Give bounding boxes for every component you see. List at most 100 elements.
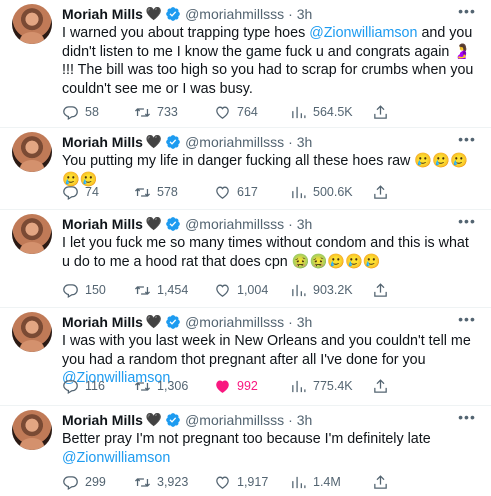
tweet[interactable]: Moriah Mills 🖤 @moriahmillsss · 3h ••• I… xyxy=(0,210,491,308)
retweet-button[interactable]: 3,923 xyxy=(134,472,188,492)
share-icon xyxy=(374,378,387,393)
timestamp[interactable]: 3h xyxy=(297,134,313,150)
share-button[interactable] xyxy=(372,102,389,122)
separator-dot: · xyxy=(288,314,293,330)
like-button[interactable]: 992 xyxy=(214,376,258,396)
more-horizontal-icon[interactable]: ••• xyxy=(457,214,477,232)
reply-button[interactable]: 74 xyxy=(62,182,99,202)
reply-count: 58 xyxy=(85,105,99,119)
more-horizontal-icon[interactable]: ••• xyxy=(457,4,477,22)
tweet-text: Better pray I'm not pregnant too because… xyxy=(62,430,478,467)
heart-filled-icon xyxy=(216,380,229,393)
heart-icon xyxy=(216,476,229,489)
more-horizontal-icon[interactable]: ••• xyxy=(457,410,477,428)
separator-dot: · xyxy=(288,412,293,428)
reply-button[interactable]: 116 xyxy=(62,376,105,396)
tweet-text: I warned you about trapping type hoes @Z… xyxy=(62,24,478,98)
avatar[interactable] xyxy=(12,214,52,254)
retweet-count: 578 xyxy=(157,185,178,199)
share-button[interactable] xyxy=(372,472,389,492)
timestamp[interactable]: 3h xyxy=(297,412,313,428)
display-name[interactable]: Moriah Mills xyxy=(62,216,143,232)
reply-icon xyxy=(63,283,78,298)
share-icon xyxy=(374,474,387,489)
views-button[interactable]: 903.2K xyxy=(290,280,353,300)
like-button[interactable]: 764 xyxy=(214,102,258,122)
more-horizontal-icon[interactable]: ••• xyxy=(457,312,477,330)
user-handle[interactable]: @moriahmillsss xyxy=(185,6,284,22)
share-icon xyxy=(374,184,387,199)
reply-count: 74 xyxy=(85,185,99,199)
avatar[interactable] xyxy=(12,4,52,44)
text-segment: I was with you last week in New Orleans … xyxy=(62,333,471,368)
heart-icon xyxy=(216,106,229,119)
views-count: 500.6K xyxy=(313,185,353,199)
reply-icon xyxy=(63,379,78,394)
tweet[interactable]: Moriah Mills 🖤 @moriahmillsss · 3h ••• Y… xyxy=(0,128,491,210)
retweet-icon xyxy=(134,187,151,197)
tweet-actions: 74 578 617 500.6K xyxy=(62,182,462,202)
views-icon xyxy=(292,380,306,392)
views-button[interactable]: 1.4M xyxy=(290,472,341,492)
retweet-button[interactable]: 733 xyxy=(134,102,178,122)
share-icon xyxy=(374,104,387,119)
reply-button[interactable]: 299 xyxy=(62,472,106,492)
retweet-icon xyxy=(134,107,151,117)
like-button[interactable]: 617 xyxy=(214,182,258,202)
views-button[interactable]: 775.4K xyxy=(290,376,353,396)
like-count: 992 xyxy=(237,379,258,393)
tweet-feed: Moriah Mills 🖤 @moriahmillsss · 3h ••• I… xyxy=(0,0,491,496)
timestamp[interactable]: 3h xyxy=(297,6,313,22)
display-name[interactable]: Moriah Mills xyxy=(62,6,143,22)
share-button[interactable] xyxy=(372,280,389,300)
views-button[interactable]: 500.6K xyxy=(290,182,353,202)
tweet-actions: 116 1,306 992 775.4K xyxy=(62,376,462,396)
like-button[interactable]: 1,004 xyxy=(214,280,268,300)
views-icon xyxy=(292,476,306,488)
avatar[interactable] xyxy=(12,312,52,352)
separator-dot: · xyxy=(288,134,293,150)
tweet-header: Moriah Mills 🖤 @moriahmillsss · 3h xyxy=(62,312,312,332)
mention-link[interactable]: @Zionwilliamson xyxy=(309,25,417,41)
separator-dot: · xyxy=(288,216,293,232)
more-horizontal-icon[interactable]: ••• xyxy=(457,132,477,150)
share-button[interactable] xyxy=(372,376,389,396)
retweet-button[interactable]: 1,306 xyxy=(134,376,188,396)
tweet-text: I let you fuck me so many times without … xyxy=(62,234,478,271)
retweet-count: 733 xyxy=(157,105,178,119)
views-button[interactable]: 564.5K xyxy=(290,102,353,122)
user-handle[interactable]: @moriahmillsss xyxy=(185,412,284,428)
tweet[interactable]: Moriah Mills 🖤 @moriahmillsss · 3h ••• I… xyxy=(0,308,491,406)
black-heart-emoji: 🖤 xyxy=(145,6,163,21)
like-button[interactable]: 1,917 xyxy=(214,472,268,492)
timestamp[interactable]: 3h xyxy=(297,314,313,330)
mention-link[interactable]: @Zionwilliamson xyxy=(62,450,170,466)
reply-button[interactable]: 150 xyxy=(62,280,106,300)
tweet-header: Moriah Mills 🖤 @moriahmillsss · 3h xyxy=(62,132,312,152)
share-button[interactable] xyxy=(372,182,389,202)
retweet-button[interactable]: 578 xyxy=(134,182,178,202)
user-handle[interactable]: @moriahmillsss xyxy=(185,314,284,330)
display-name[interactable]: Moriah Mills xyxy=(62,314,143,330)
black-heart-emoji: 🖤 xyxy=(145,216,163,231)
like-count: 1,917 xyxy=(237,475,269,489)
tweet[interactable]: Moriah Mills 🖤 @moriahmillsss · 3h ••• B… xyxy=(0,406,491,496)
views-count: 903.2K xyxy=(313,283,353,297)
timestamp[interactable]: 3h xyxy=(297,216,313,232)
reply-button[interactable]: 58 xyxy=(62,102,99,122)
avatar[interactable] xyxy=(12,132,52,172)
display-name[interactable]: Moriah Mills xyxy=(62,134,143,150)
avatar[interactable] xyxy=(12,410,52,450)
retweet-button[interactable]: 1,454 xyxy=(134,280,188,300)
black-heart-emoji: 🖤 xyxy=(145,412,163,427)
user-handle[interactable]: @moriahmillsss xyxy=(185,134,284,150)
tweet[interactable]: Moriah Mills 🖤 @moriahmillsss · 3h ••• I… xyxy=(0,0,491,128)
reply-count: 299 xyxy=(85,475,106,489)
display-name[interactable]: Moriah Mills xyxy=(62,412,143,428)
user-handle[interactable]: @moriahmillsss xyxy=(185,216,284,232)
tweet-header: Moriah Mills 🖤 @moriahmillsss · 3h xyxy=(62,410,312,430)
views-count: 775.4K xyxy=(313,379,353,393)
text-segment: I let you fuck me so many times without … xyxy=(62,235,469,270)
tweet-header: Moriah Mills 🖤 @moriahmillsss · 3h xyxy=(62,4,312,24)
tweet-actions: 58 733 764 564.5K xyxy=(62,102,462,122)
